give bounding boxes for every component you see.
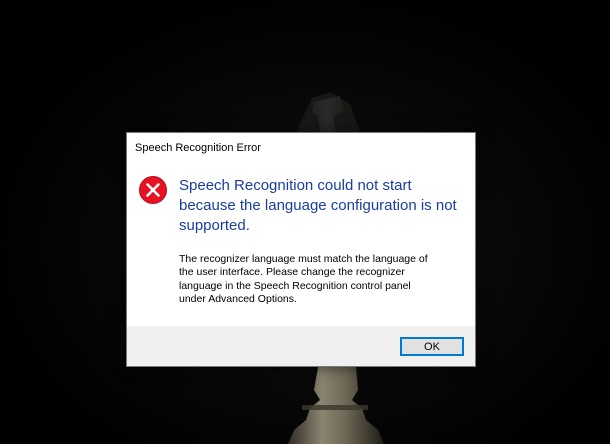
ok-button[interactable]: OK (400, 337, 464, 356)
king-head (296, 92, 360, 132)
dialog-title: Speech Recognition Error (135, 142, 261, 154)
main-instruction: Speech Recognition could not start becau… (179, 177, 457, 234)
desktop: Speech Recognition Error Speech Recognit… (0, 0, 610, 444)
error-dialog: Speech Recognition Error Speech Recognit… (126, 132, 476, 367)
dialog-title-bar[interactable]: Speech Recognition Error (127, 133, 475, 163)
error-icon (139, 176, 167, 204)
button-bar: OK (127, 326, 475, 366)
content-text: The recognizer language must match the l… (179, 253, 428, 306)
king-base (288, 367, 384, 444)
